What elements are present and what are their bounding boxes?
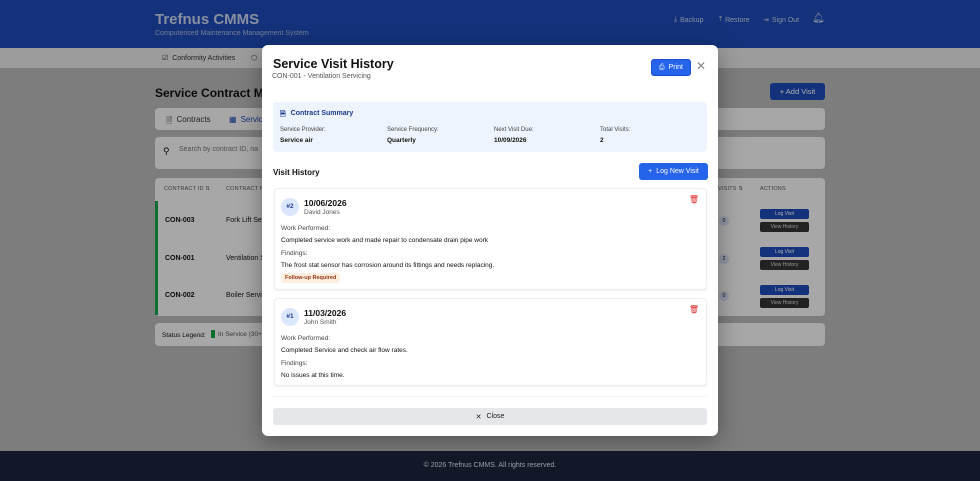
next-visit-label: Next Visit Due:	[494, 127, 534, 133]
work-text: Completed Service and check air flow rat…	[281, 347, 408, 354]
print-button[interactable]: ⎙ Print	[651, 59, 691, 76]
service-frequency-value: Quarterly	[387, 137, 416, 144]
log-new-visit-button[interactable]: + Log New Visit	[639, 163, 708, 180]
visit-card: #1 11/03/2026 John Smith Work Performed:…	[274, 298, 707, 386]
visit-number: #1	[281, 308, 299, 326]
trash-icon[interactable]: 🗑︎	[689, 195, 699, 204]
service-frequency-label: Service Frequency:	[387, 127, 439, 133]
work-label: Work Performed:	[281, 335, 331, 342]
visit-date: 10/06/2026	[304, 198, 347, 208]
close-button[interactable]: ✕ Close	[273, 408, 707, 425]
contract-summary: 🗎 Contract Summary Service Provider: Serv…	[273, 102, 707, 152]
summary-heading-text: Contract Summary	[290, 110, 354, 117]
close-icon[interactable]: ✕	[696, 59, 706, 73]
trash-icon[interactable]: 🗑︎	[689, 305, 699, 314]
print-label: Print	[668, 64, 683, 71]
visit-history-heading: Visit History	[273, 168, 320, 177]
findings-text: The frost stat sensor has corrosion arou…	[281, 262, 495, 269]
findings-label: Findings:	[281, 250, 308, 257]
visit-technician: John Smith	[304, 319, 337, 326]
summary-heading: 🗎 Contract Summary	[280, 110, 353, 121]
printer-icon: ⎙	[658, 63, 665, 71]
service-provider-label: Service Provider:	[280, 127, 326, 133]
visit-number: #2	[281, 198, 299, 216]
next-visit-value: 10/09/2026	[494, 137, 527, 144]
modal-title: Service Visit History	[273, 57, 394, 71]
visit-technician: David Jones	[304, 209, 340, 216]
service-visit-history-modal: Service Visit History CON-001 - Ventilat…	[262, 45, 718, 436]
service-provider-value: Service air	[280, 137, 313, 144]
follow-up-badge: Follow-up Required	[281, 273, 341, 283]
total-visits-value: 2	[600, 137, 604, 144]
log-new-visit-label: Log New Visit	[656, 168, 699, 175]
total-visits-label: Total Visits:	[600, 127, 631, 133]
work-label: Work Performed:	[281, 225, 331, 232]
findings-text: No issues at this time.	[281, 372, 345, 379]
findings-label: Findings:	[281, 360, 308, 367]
document-icon: 🗎	[280, 111, 286, 118]
modal-subtitle: CON-001 - Ventilation Servicing	[272, 73, 371, 80]
visit-card: #2 10/06/2026 David Jones Work Performed…	[274, 188, 707, 290]
work-text: Completed service work and made repair t…	[281, 237, 489, 244]
close-label: Close	[486, 413, 505, 420]
close-icon: ✕	[475, 413, 482, 421]
footer: © 2026 Trefnus CMMS. All rights reserved…	[0, 451, 980, 481]
divider	[273, 396, 707, 397]
visit-date: 11/03/2026	[304, 308, 347, 318]
plus-icon: +	[648, 168, 653, 175]
